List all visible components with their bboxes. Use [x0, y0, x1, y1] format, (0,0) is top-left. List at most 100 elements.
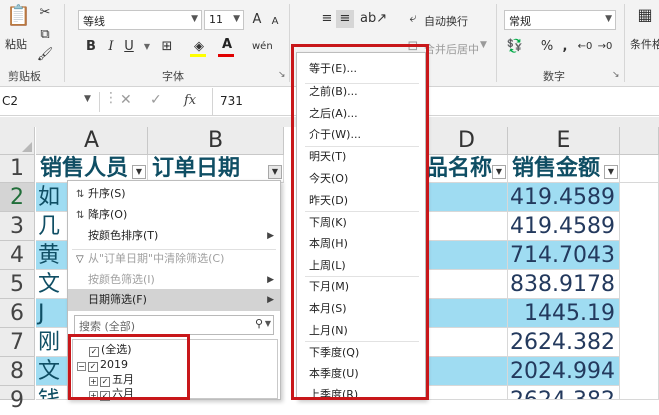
merge-center-button[interactable]: 合并后居中 [424, 41, 479, 57]
chevron-down-icon: ▼ [264, 319, 271, 328]
filter-button-d[interactable]: ▼ [492, 165, 506, 179]
filter-by-color-item[interactable]: 按颜色筛选(I) ▶ [68, 269, 280, 291]
row-header[interactable]: 2 [0, 183, 35, 212]
cell-a[interactable]: 文 [36, 357, 68, 386]
cell-a[interactable]: 刚 [36, 328, 68, 357]
align-bottom-icon[interactable]: ≡ [336, 10, 354, 28]
column-header-d[interactable]: D [426, 127, 508, 155]
sales-amount-cell[interactable]: 419.4589 [508, 183, 620, 212]
increase-decimal-icon[interactable]: ←0 [576, 38, 594, 56]
sales-amount-cell[interactable]: 2624.382 [508, 386, 620, 400]
copy-icon[interactable]: ⧉ [36, 26, 54, 44]
column-header-b[interactable]: B [148, 127, 284, 155]
percent-icon[interactable]: % [538, 38, 556, 56]
row-header[interactable]: 4 [0, 241, 35, 270]
row-header[interactable]: 1 [0, 155, 35, 183]
dialog-launcher-icon[interactable]: ↘ [612, 70, 620, 80]
font-grow-button[interactable]: A [248, 11, 266, 29]
column-header-a[interactable]: A [36, 127, 148, 155]
header-cell-b[interactable]: 订单日期 [148, 155, 284, 183]
cell-d[interactable] [426, 328, 508, 357]
clear-filter-item[interactable]: ▽ 从"订单日期"中清除筛选(C) [68, 248, 280, 270]
search-icon: ⚲ [254, 317, 263, 330]
currency-icon[interactable]: 💱 [506, 38, 524, 56]
cell-a[interactable]: 如 [36, 183, 68, 212]
date-filter-item[interactable]: 日期筛选(F) ▶ [68, 289, 280, 311]
format-painter-icon[interactable]: 🖌 [36, 46, 54, 64]
sales-amount-cell[interactable]: 1445.19 [508, 299, 620, 328]
bold-button[interactable]: B [82, 38, 100, 56]
cancel-icon[interactable]: ✕ [120, 92, 132, 108]
select-all-corner[interactable] [0, 127, 35, 155]
wrap-text-icon[interactable]: ⤶ [404, 10, 422, 28]
chevron-down-icon[interactable]: ▼ [84, 94, 91, 104]
paste-button-label[interactable]: 粘贴 [5, 36, 27, 52]
font-size-combo[interactable]: 11 ▼ [204, 10, 244, 30]
chevron-down-icon: ▼ [271, 167, 279, 176]
italic-button[interactable]: I [102, 38, 120, 56]
sales-amount-cell[interactable]: 838.9178 [508, 270, 620, 299]
clear-filter-icon: ▽ [76, 254, 84, 265]
chevron-down-icon[interactable]: ▼ [480, 40, 487, 50]
sort-ascending-item[interactable]: ⇅ 升序(S) [68, 183, 280, 205]
sales-amount-cell[interactable]: 2624.382 [508, 328, 620, 357]
orientation-icon[interactable]: ab↗ [360, 10, 387, 28]
cell-f[interactable] [620, 155, 659, 183]
sales-amount-cell[interactable]: 714.7043 [508, 241, 620, 270]
decrease-decimal-icon[interactable]: →0 [596, 38, 614, 56]
font-shrink-button[interactable]: A [266, 13, 284, 31]
cell-a[interactable]: 几 [36, 212, 68, 241]
sales-amount-cell[interactable]: 419.4589 [508, 212, 620, 241]
cut-icon[interactable]: ✂ [36, 4, 54, 22]
row-header[interactable]: 6 [0, 299, 35, 328]
cell-d[interactable] [426, 212, 508, 241]
cell-d[interactable] [426, 270, 508, 299]
column-header-f[interactable] [620, 127, 659, 155]
filter-button-a[interactable]: ▼ [132, 165, 146, 179]
paste-icon[interactable]: 📋 [6, 5, 31, 30]
sales-amount-cell[interactable]: 2024.994 [508, 357, 620, 386]
formula-input[interactable]: 731 [220, 94, 243, 108]
cell-a[interactable]: 钱 [36, 386, 68, 400]
insert-function-button[interactable]: fx [184, 93, 196, 108]
cell-a[interactable]: J [36, 299, 68, 328]
cell-a[interactable]: 黄 [36, 241, 68, 270]
row-header[interactable]: 9 [0, 386, 35, 413]
filter-button-e[interactable]: ▼ [604, 165, 618, 179]
conditional-format-icon[interactable]: ▦ [634, 6, 656, 28]
cell-d[interactable] [426, 183, 508, 212]
chevron-down-icon[interactable]: ▼ [138, 38, 156, 56]
chevron-down-icon: ▼ [495, 167, 503, 176]
chevron-down-icon: ▼ [191, 14, 198, 24]
filter-button-b[interactable]: ▼ [268, 165, 282, 179]
sort-by-color-item[interactable]: 按颜色排序(T) ▶ [68, 225, 280, 247]
font-color-icon[interactable]: A [218, 36, 236, 54]
row-header[interactable]: 3 [0, 212, 35, 241]
font-name-combo[interactable]: 等线 ▼ [78, 10, 202, 30]
column-header-e[interactable]: E [508, 127, 620, 155]
row-header[interactable]: 8 [0, 357, 35, 386]
cell-d[interactable] [426, 299, 508, 328]
cell-f[interactable] [620, 183, 659, 400]
fill-color-swatch [190, 54, 206, 57]
borders-icon[interactable]: ⊞ [158, 38, 176, 56]
grip-icon: ⋮ [104, 90, 118, 106]
cell-d[interactable] [426, 357, 508, 386]
align-middle-icon[interactable]: ≡ [318, 10, 336, 28]
dialog-launcher-icon[interactable]: ↘ [278, 70, 286, 80]
enter-icon[interactable]: ✓ [150, 92, 162, 108]
phonetic-icon[interactable]: wén [252, 38, 273, 56]
row-header[interactable]: 5 [0, 270, 35, 299]
conditional-format-button[interactable]: 条件格 [630, 36, 659, 52]
cell-d[interactable] [426, 241, 508, 270]
cell-d[interactable] [426, 386, 508, 400]
number-format-combo[interactable]: 常规 ▼ [504, 10, 616, 30]
underline-button[interactable]: U [120, 38, 138, 56]
font-name-value: 等线 [83, 15, 105, 28]
sort-descending-item[interactable]: ⇅ 降序(O) [68, 204, 280, 226]
wrap-text-button[interactable]: 自动换行 [424, 13, 468, 29]
filter-search-input[interactable]: 搜索 (全部) ⚲ ▼ [74, 315, 274, 335]
row-header[interactable]: 7 [0, 328, 35, 357]
cell-a[interactable]: 文 [36, 270, 68, 299]
comma-style-icon[interactable]: , [556, 38, 574, 56]
